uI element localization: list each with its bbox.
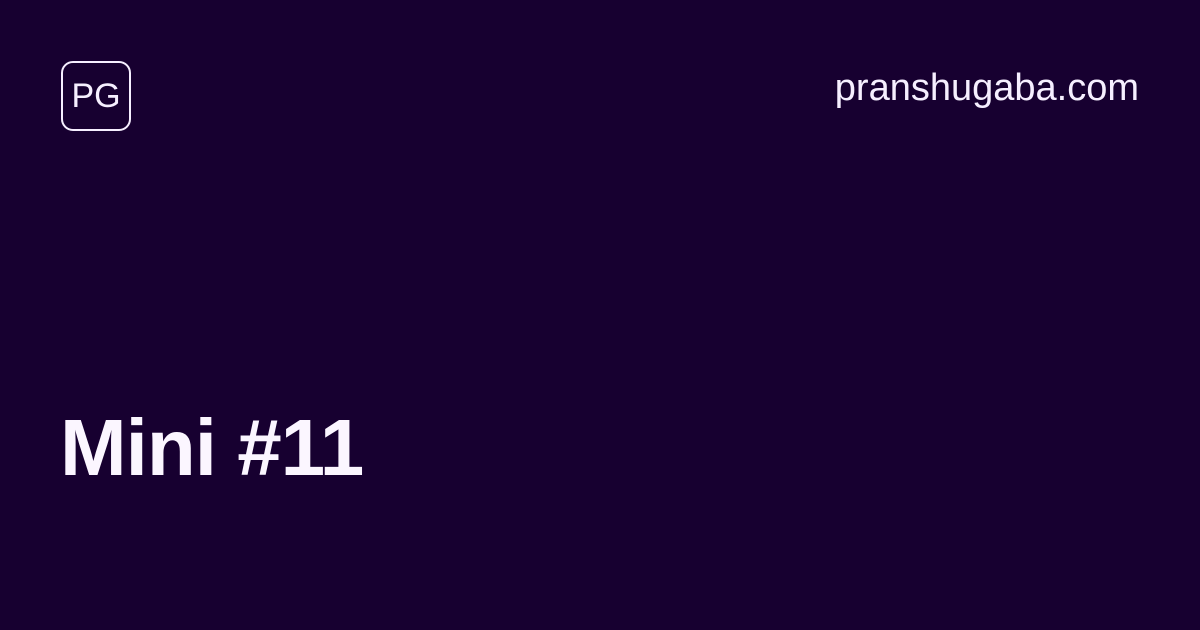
post-title: Mini #11: [60, 402, 364, 492]
logo-text: PG: [71, 77, 121, 115]
pg-logo: PG: [61, 61, 131, 131]
social-card: PG pranshugaba.com Mini #11: [0, 0, 1200, 630]
site-domain: pranshugaba.com: [834, 67, 1139, 109]
